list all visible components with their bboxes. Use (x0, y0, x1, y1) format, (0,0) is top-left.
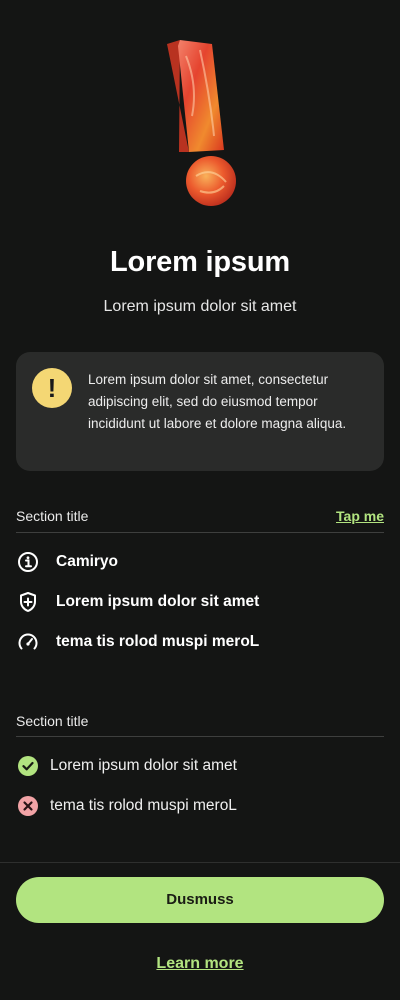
list-item-label: tema tis rolod muspi meroL (56, 633, 260, 650)
notice-card: ! Lorem ipsum dolor sit amet, consectetu… (16, 352, 384, 471)
warning-icon: ! (32, 368, 72, 408)
list-item: Lorem ipsum dolor sit amet (16, 754, 237, 778)
list-item: Lorem ipsum dolor sit amet (16, 590, 259, 614)
section-divider (16, 736, 384, 737)
list-item: tema tis rolod muspi meroL (16, 794, 237, 818)
section-title: Section title (16, 508, 89, 524)
primary-button[interactable]: Dusmuss (16, 877, 384, 923)
shield-plus-icon (16, 590, 40, 614)
list-item-label: Camiryo (56, 553, 119, 570)
list-item-label: tema tis rolod muspi meroL (50, 797, 237, 814)
list-item: tema tis rolod muspi meroL (16, 630, 259, 654)
exclamation-illustration (0, 36, 400, 216)
page-title: Lorem ipsum (110, 246, 290, 278)
cross-circle-icon (16, 794, 40, 818)
footer-divider (0, 862, 400, 863)
section-divider (16, 532, 384, 533)
notice-text: Lorem ipsum dolor sit amet, consectetur … (88, 372, 347, 431)
tap-me-link[interactable]: Tap me (336, 508, 384, 524)
check-circle-icon (16, 754, 40, 778)
page-subtitle: Lorem ipsum dolor sit amet (103, 298, 297, 315)
list-item-label: Lorem ipsum dolor sit amet (56, 593, 260, 610)
section-title: Section title (16, 713, 89, 729)
speedometer-icon (16, 630, 40, 654)
info-icon (16, 550, 40, 574)
learn-more-link[interactable]: Learn more (0, 955, 400, 973)
list-item-label: Lorem ipsum dolor sit amet (50, 757, 237, 774)
list-item: Camiryo (16, 550, 118, 574)
